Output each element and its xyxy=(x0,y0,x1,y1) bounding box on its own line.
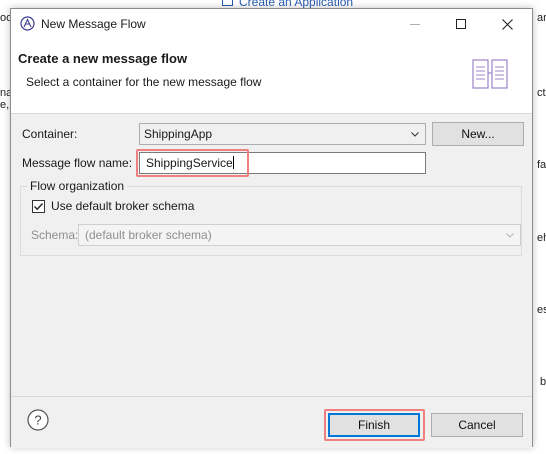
wizard-header: Create a new message flow Select a conta… xyxy=(11,39,532,113)
schema-label: Schema: xyxy=(31,228,79,242)
chevron-down-icon xyxy=(506,233,514,238)
maximize-button[interactable] xyxy=(438,9,484,39)
background-text-fragment: ar xyxy=(537,12,546,24)
background-text-fragment: est xyxy=(537,304,546,316)
minimize-button[interactable] xyxy=(392,9,438,39)
background-text-fragment: eh xyxy=(537,232,546,244)
link-icon xyxy=(222,0,233,6)
flow-organization-title: Flow organization xyxy=(27,179,128,193)
schema-value: (default broker schema) xyxy=(85,228,212,242)
message-flow-name-value: ShippingService xyxy=(146,156,233,170)
message-flow-name-label: Message flow name: xyxy=(22,156,133,170)
checkmark-icon xyxy=(34,203,44,211)
finish-button[interactable]: Finish xyxy=(328,413,420,437)
wizard-description: Select a container for the new message f… xyxy=(26,75,262,89)
help-icon[interactable]: ? xyxy=(27,409,49,431)
container-value: ShippingApp xyxy=(144,127,213,141)
schema-dropdown: (default broker schema) xyxy=(78,224,521,246)
new-message-flow-dialog: New Message Flow Create a new message fl… xyxy=(10,8,533,448)
container-dropdown[interactable]: ShippingApp xyxy=(139,123,426,145)
flow-organization-group: Flow organization Use default broker sch… xyxy=(20,179,522,256)
text-caret xyxy=(232,156,234,169)
close-button[interactable] xyxy=(484,9,530,39)
wizard-title: Create a new message flow xyxy=(18,51,188,66)
new-container-button[interactable]: New... xyxy=(432,122,524,146)
message-flow-name-input[interactable]: ShippingService xyxy=(139,152,426,174)
dialog-title: New Message Flow xyxy=(41,17,146,31)
chevron-down-icon xyxy=(411,132,419,137)
dialog-titlebar[interactable]: New Message Flow xyxy=(11,9,532,39)
close-icon xyxy=(501,18,513,30)
svg-text:?: ? xyxy=(34,413,41,428)
message-flow-wizard-icon xyxy=(472,59,508,89)
container-label: Container: xyxy=(22,127,78,141)
use-default-schema-checkbox[interactable] xyxy=(32,200,45,213)
minimize-icon xyxy=(410,23,420,25)
cancel-button[interactable]: Cancel xyxy=(431,413,523,437)
background-text-fragment: fa xyxy=(537,159,546,171)
maximize-icon xyxy=(456,19,466,29)
wizard-body: Container: ShippingApp New... Message fl… xyxy=(11,114,532,396)
background-text-fragment: b xyxy=(540,376,546,388)
background-text-fragment: e, xyxy=(0,99,10,111)
background-text-fragment: ct xyxy=(537,87,546,99)
dialog-footer: ? Finish Cancel xyxy=(11,396,532,448)
eclipse-app-icon xyxy=(20,16,35,31)
use-default-schema-label[interactable]: Use default broker schema xyxy=(51,199,194,213)
